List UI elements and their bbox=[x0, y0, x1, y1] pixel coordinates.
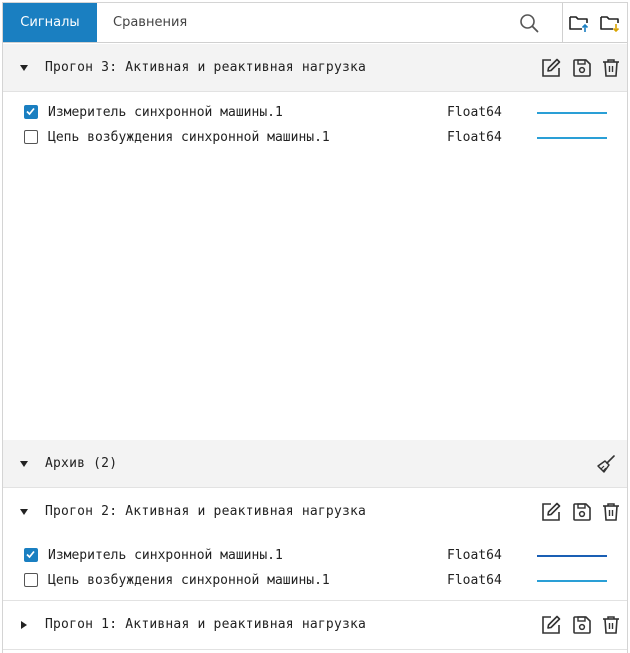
caret-down-icon[interactable] bbox=[19, 507, 29, 517]
check-icon bbox=[26, 550, 35, 559]
edit-icon[interactable] bbox=[540, 614, 562, 636]
signal-name: Цепь возбуждения синхронной машины.1 bbox=[48, 573, 330, 588]
archive-header[interactable]: Архив (2) bbox=[3, 440, 627, 488]
signal-name: Измеритель синхронной машины.1 bbox=[48, 548, 283, 563]
signal-name: Измеритель синхронной машины.1 bbox=[48, 105, 283, 120]
signal-color-line[interactable] bbox=[537, 112, 607, 114]
run-1-title: Прогон 1: Активная и реактивная нагрузка bbox=[45, 617, 367, 632]
signal-row[interactable]: Измеритель синхронной машины.1 Float64 bbox=[3, 100, 627, 125]
signal-checkbox[interactable] bbox=[24, 573, 38, 587]
signal-row[interactable]: Цепь возбуждения синхронной машины.1 Flo… bbox=[3, 568, 627, 593]
signals-panel: Сигналы Сравнения Прогон 3: Активная и р… bbox=[2, 2, 628, 653]
signal-color-line[interactable] bbox=[537, 137, 607, 139]
edit-icon[interactable] bbox=[540, 501, 562, 523]
broom-icon[interactable] bbox=[595, 453, 617, 475]
save-icon[interactable] bbox=[571, 501, 593, 523]
signal-color-line[interactable] bbox=[537, 555, 607, 557]
folder-download-icon[interactable] bbox=[599, 12, 621, 34]
signal-row[interactable]: Измеритель синхронной машины.1 Float64 bbox=[3, 543, 627, 568]
signal-type: Float64 bbox=[447, 548, 502, 563]
tab-signals[interactable]: Сигналы bbox=[3, 3, 97, 42]
signal-checkbox[interactable] bbox=[24, 105, 38, 119]
signal-type: Float64 bbox=[447, 105, 502, 120]
signal-type: Float64 bbox=[447, 573, 502, 588]
caret-down-icon[interactable] bbox=[19, 63, 29, 73]
caret-right-icon[interactable] bbox=[19, 620, 29, 630]
run-2-header[interactable]: Прогон 2: Активная и реактивная нагрузка bbox=[3, 488, 627, 536]
signal-checkbox[interactable] bbox=[24, 130, 38, 144]
run-3-header[interactable]: Прогон 3: Активная и реактивная нагрузка bbox=[3, 44, 627, 92]
signal-checkbox[interactable] bbox=[24, 548, 38, 562]
check-icon bbox=[26, 107, 35, 116]
signal-color-line[interactable] bbox=[537, 580, 607, 582]
edit-icon[interactable] bbox=[540, 57, 562, 79]
save-icon[interactable] bbox=[571, 57, 593, 79]
run-1-header[interactable]: Прогон 1: Активная и реактивная нагрузка bbox=[3, 601, 627, 649]
top-bar: Сигналы Сравнения bbox=[3, 3, 627, 43]
trash-icon[interactable] bbox=[600, 57, 622, 79]
signal-type: Float64 bbox=[447, 130, 502, 145]
search-icon[interactable] bbox=[519, 13, 539, 33]
folder-upload-icon[interactable] bbox=[568, 12, 590, 34]
tab-comparison[interactable]: Сравнения bbox=[97, 3, 203, 42]
run-2-title: Прогон 2: Активная и реактивная нагрузка bbox=[45, 504, 367, 519]
divider bbox=[3, 649, 627, 650]
signal-name: Цепь возбуждения синхронной машины.1 bbox=[48, 130, 330, 145]
signal-row[interactable]: Цепь возбуждения синхронной машины.1 Flo… bbox=[3, 125, 627, 150]
toolbar-divider bbox=[562, 3, 563, 43]
archive-title: Архив (2) bbox=[45, 456, 118, 471]
run-3-title: Прогон 3: Активная и реактивная нагрузка bbox=[45, 60, 367, 75]
trash-icon[interactable] bbox=[600, 614, 622, 636]
caret-down-icon[interactable] bbox=[19, 459, 29, 469]
trash-icon[interactable] bbox=[600, 501, 622, 523]
save-icon[interactable] bbox=[571, 614, 593, 636]
